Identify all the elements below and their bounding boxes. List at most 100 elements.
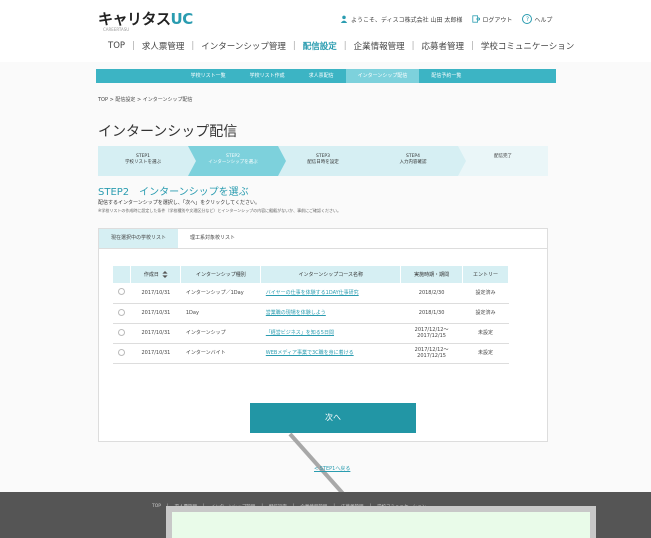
cell-period: 2018/2/30 [400,283,463,304]
step-3: STEP3 配信日時を設定 [278,146,376,176]
school-list-tabs: 現在選択中の学校リスト 理工系対象校リスト [98,228,548,249]
main-nav-item[interactable]: 学校コミュニケーション [481,40,574,52]
course-link[interactable]: 「経営ビジネス」を知る5日間 [260,323,401,344]
page-title: インターンシップ配信 [98,124,238,140]
nav-separator: | [132,41,135,51]
select-radio[interactable] [118,328,126,336]
period-line: 2018/1/30 [418,310,445,316]
cell-type: インターンバイト [180,343,261,364]
header-period: 実施時期・期間 [400,266,464,283]
radio-cell[interactable] [113,283,131,304]
instruction-text: 配信するインターンシップを選択し、「次へ」をクリックしてください。 [98,200,260,206]
step-2: STEP2 インターンシップを選ぶ [188,146,286,176]
course-link[interactable]: 営業職の現場を体験しよう [260,303,401,324]
table-row[interactable]: 2017/10/31 1Day 営業職の現場を体験しよう 2018/1/30 設定済み [113,303,509,324]
help-label: ヘルプ [534,16,553,24]
welcome-text: ようこそ、ディスコ株式会社 山田 太郎様 [351,16,463,24]
sub-nav-item[interactable]: 配信予約一覧 [419,69,473,83]
select-radio[interactable] [118,308,126,316]
step-indicator: STEP1 学校リストを選ぶ STEP2 インターンシップを選ぶ STEP3 配信日時を設… [98,146,548,176]
cell-entry: 設定済み [462,283,509,304]
logo[interactable]: キャリタスUC [98,8,193,29]
cell-entry: 未設定 [462,323,509,344]
sort-icon [162,271,168,278]
sub-nav-item[interactable]: 学校リスト作成 [238,69,297,83]
step-1: STEP1 学校リストを選ぶ [98,146,196,176]
step-label: 配信日時を設定 [307,160,339,165]
sub-nav-item[interactable]: 学校リスト一覧 [179,69,238,83]
back-link[interactable]: < STEP1へ戻る [314,465,350,472]
step-5: 配信完了 [458,146,548,176]
cell-type: 1Day [180,303,261,324]
note-text: ※学校リストの作成時に設定した条件（学校種別や文理区分など）とインターンシップの… [98,208,341,213]
breadcrumb: TOP > 配信設定 > インターンシップ配信 [98,97,193,103]
cell-entry: 設定済み [462,303,509,324]
tab-school-list[interactable]: 現在選択中の学校リスト [99,229,179,249]
step-arrow [458,146,466,176]
cell-period: 2018/1/30 [400,303,463,324]
annotation-callout [166,506,596,538]
help-link[interactable]: ? ヘルプ [522,14,552,24]
select-radio[interactable] [118,348,126,356]
sub-nav: 学校リスト一覧 学校リスト作成 求人票配信 インターンシップ配信 配信予約一覧 [96,69,556,83]
cell-type: インターンシップ [180,323,261,344]
internship-table: 作成日 インターンシップ種別 インターンシップコース名称 実施時期・期間 エント… [113,266,509,364]
step-heading: STEP2 インターンシップを選ぶ [98,187,249,198]
header-course: インターンシップコース名称 [260,266,402,283]
main-nav-item[interactable]: 応募者管理 [422,40,465,52]
period-line: 2017/12/15 [417,353,446,359]
course-link[interactable]: WEBメディア事業で3C職を身に着ける [260,343,401,364]
step-label: 配信完了 [494,154,512,159]
header-type: インターンシップ種別 [180,266,262,283]
cell-date: 2017/10/31 [130,343,181,364]
step-arrow [278,146,286,176]
header-select [113,266,132,283]
radio-cell[interactable] [113,303,131,324]
main-nav-item[interactable]: 配信設定 [303,40,337,52]
step-arrow [188,146,196,176]
logout-link[interactable]: ログアウト [472,15,512,24]
nav-separator: | [471,41,474,51]
main-nav-item[interactable]: TOP [108,41,125,51]
table-row[interactable]: 2017/10/31 インターンシップ／1Day バイヤーの仕事を体験する1DAY仕… [113,283,509,304]
question-icon: ? [522,14,533,24]
nav-separator: | [411,41,415,51]
nav-separator: | [191,41,195,51]
internship-panel: 作成日 インターンシップ種別 インターンシップコース名称 実施時期・期間 エント… [98,248,548,442]
period-line: 2017/12/15 [417,333,446,339]
step-4: STEP4 入力内容確認 [368,146,466,176]
nav-separator: | [292,41,296,51]
person-icon [340,15,348,23]
step-label: 学校リストを選ぶ [125,160,161,165]
cell-period: 2017/12/12～ 2017/12/15 [400,323,463,344]
logout-label: ログアウト [482,16,513,24]
next-button[interactable]: 次へ [250,403,416,433]
cell-period: 2017/12/12～ 2017/12/15 [400,343,463,364]
step-arrow [368,146,376,176]
header-entry: エントリー [462,266,509,283]
table-row[interactable]: 2017/10/31 インターンシップ 「経営ビジネス」を知る5日間 2017/12/… [113,323,509,344]
step-label: 入力内容確認 [399,160,427,165]
tab-school-list[interactable]: 理工系対象校リスト [178,229,247,249]
header-date[interactable]: 作成日 [130,266,182,283]
table-row[interactable]: 2017/10/31 インターンバイト WEBメディア事業で3C職を身に着ける 201… [113,343,509,364]
select-radio[interactable] [118,288,126,296]
main-nav-item[interactable]: 企業情報管理 [354,40,405,52]
cell-date: 2017/10/31 [130,283,181,304]
step-label: インターンシップを選ぶ [208,160,258,165]
cell-date: 2017/10/31 [130,323,181,344]
logout-icon [472,15,481,23]
footer-nav-item[interactable]: TOP [152,504,161,510]
user-area: ようこそ、ディスコ株式会社 山田 太郎様 ログアウト ? ヘルプ [340,14,552,24]
main-nav-item[interactable]: インターンシップ管理 [201,40,286,52]
main-nav-item[interactable]: 求人票管理 [142,40,185,52]
cell-date: 2017/10/31 [130,303,181,324]
radio-cell[interactable] [113,343,131,364]
sub-nav-item[interactable]: 求人票配信 [297,69,346,83]
nav-separator: | [343,41,347,51]
radio-cell[interactable] [113,323,131,344]
course-link[interactable]: バイヤーの仕事を体験する1DAY仕事研究 [260,283,401,304]
sub-nav-item[interactable]: インターンシップ配信 [345,69,420,83]
cell-type: インターンシップ／1Day [180,283,261,304]
period-line: 2018/2/30 [418,289,445,296]
